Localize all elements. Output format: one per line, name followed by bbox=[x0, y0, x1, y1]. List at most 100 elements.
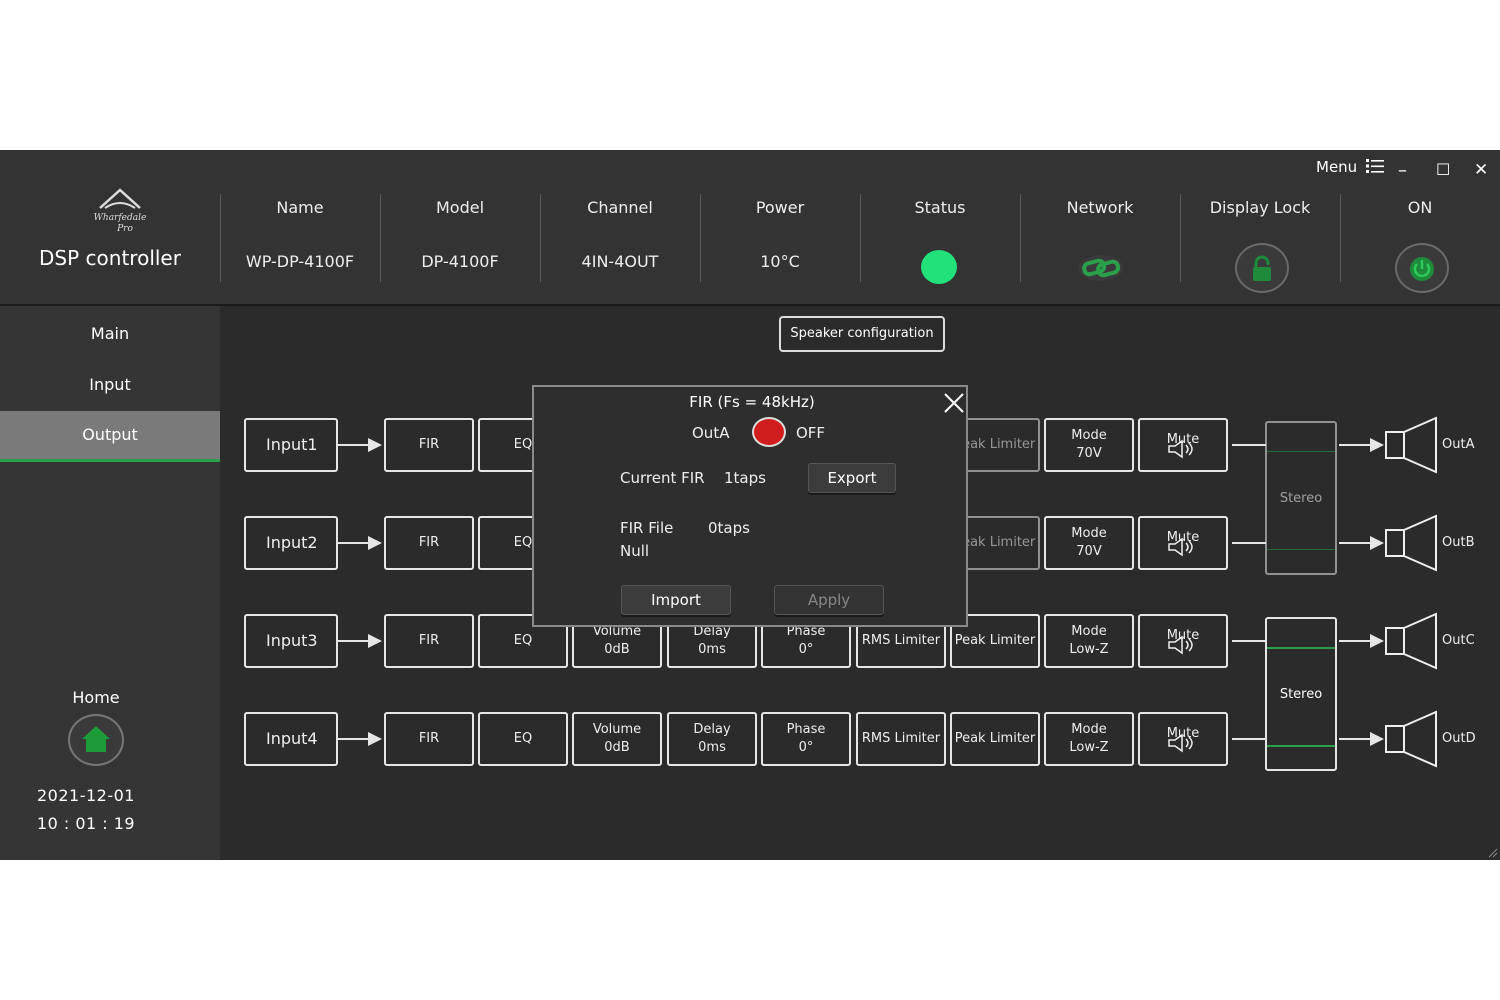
close-icon[interactable] bbox=[942, 391, 966, 415]
signal-line bbox=[1232, 738, 1266, 740]
arrow-icon bbox=[368, 634, 382, 648]
name-value: WP-DP-4100F bbox=[245, 252, 355, 271]
mode-block[interactable]: Mode 70V bbox=[1044, 516, 1134, 570]
rms-limiter-block[interactable]: RMS Limiter bbox=[856, 712, 946, 766]
network-link-icon[interactable] bbox=[1078, 254, 1124, 282]
delay-value: 0ms bbox=[698, 740, 726, 755]
link-line bbox=[1267, 745, 1335, 747]
volume-block[interactable]: Volume 0dB bbox=[572, 712, 662, 766]
mode-label: Mode bbox=[1071, 526, 1107, 541]
signal-line bbox=[338, 738, 368, 740]
toggle-state-label: OFF bbox=[796, 424, 826, 442]
power-icon bbox=[1410, 257, 1434, 281]
speaker-icon bbox=[1385, 514, 1437, 572]
arrow-icon bbox=[1370, 438, 1384, 452]
fir-block[interactable]: FIR bbox=[384, 418, 474, 472]
mode-value: Low-Z bbox=[1069, 642, 1109, 657]
model-label: Model bbox=[435, 198, 485, 217]
phase-block[interactable]: Phase 0° bbox=[761, 712, 851, 766]
mode-value: 70V bbox=[1076, 446, 1102, 461]
fir-block[interactable]: FIR bbox=[384, 516, 474, 570]
mode-block[interactable]: Mode Low-Z bbox=[1044, 712, 1134, 766]
delay-label: Delay bbox=[693, 722, 731, 737]
current-date: 2021-12-01 bbox=[37, 786, 135, 805]
stereo-label: Stereo bbox=[1279, 491, 1323, 506]
signal-line bbox=[338, 542, 368, 544]
svg-text:Wharfedale: Wharfedale bbox=[94, 213, 147, 223]
model-value: DP-4100F bbox=[421, 252, 499, 271]
brand-logo: Wharfedale Pro DSP controller bbox=[30, 180, 190, 280]
arrow-icon bbox=[1370, 634, 1384, 648]
mute-block[interactable]: Mute bbox=[1138, 516, 1228, 570]
input3-block[interactable]: Input3 bbox=[244, 614, 338, 668]
output-label: OutB bbox=[1442, 535, 1475, 550]
import-button[interactable]: Import bbox=[621, 585, 731, 615]
dialog-title: FIR (Fs = 48kHz) bbox=[689, 393, 815, 411]
peak-limiter-block[interactable]: Peak Limiter bbox=[950, 712, 1040, 766]
speaker-configuration-button[interactable]: Speaker configuration bbox=[779, 316, 945, 352]
fir-block[interactable]: FIR bbox=[384, 712, 474, 766]
svg-text:Pro: Pro bbox=[116, 224, 133, 234]
delay-block[interactable]: Delay 0ms bbox=[667, 712, 757, 766]
mute-block[interactable]: Mute bbox=[1138, 418, 1228, 472]
speaker-volume-icon bbox=[1168, 635, 1193, 655]
menu-label: Menu bbox=[1316, 158, 1358, 176]
input1-block[interactable]: Input1 bbox=[244, 418, 338, 472]
speaker-volume-icon bbox=[1168, 439, 1193, 459]
channel-label: Channel bbox=[587, 198, 653, 217]
mode-label: Mode bbox=[1071, 722, 1107, 737]
signal-line bbox=[1339, 444, 1371, 446]
fir-file-taps: 0taps bbox=[708, 519, 750, 537]
phase-value: 0° bbox=[798, 740, 814, 755]
speaker-icon bbox=[1385, 416, 1437, 474]
header-name: Name WP-DP-4100F bbox=[220, 150, 380, 304]
signal-line bbox=[1339, 738, 1371, 740]
stereo-link-cd[interactable]: Stereo bbox=[1265, 617, 1337, 771]
display-lock-button[interactable] bbox=[1235, 243, 1289, 293]
eq-block[interactable]: EQ bbox=[478, 712, 568, 766]
header-status: Status bbox=[860, 150, 1020, 304]
sidebar-item-output[interactable]: Output bbox=[0, 411, 220, 462]
mode-label: Mode bbox=[1071, 624, 1107, 639]
resize-grip-icon[interactable] bbox=[1488, 848, 1498, 858]
apply-button[interactable]: Apply bbox=[774, 585, 884, 615]
power-value: 10°C bbox=[760, 252, 800, 271]
input4-block[interactable]: Input4 bbox=[244, 712, 338, 766]
mute-block[interactable]: Mute bbox=[1138, 712, 1228, 766]
input2-block[interactable]: Input2 bbox=[244, 516, 338, 570]
signal-line bbox=[338, 444, 368, 446]
arrow-icon bbox=[1370, 536, 1384, 550]
home-label: Home bbox=[72, 688, 120, 707]
export-button[interactable]: Export bbox=[808, 463, 896, 493]
lock-icon bbox=[1253, 255, 1271, 281]
volume-value: 0dB bbox=[604, 642, 630, 657]
fir-toggle[interactable] bbox=[752, 417, 786, 447]
mute-block[interactable]: Mute bbox=[1138, 614, 1228, 668]
sidebar-item-main[interactable]: Main bbox=[0, 310, 220, 358]
menu-button[interactable]: Menu bbox=[1316, 158, 1384, 176]
mode-block[interactable]: Mode Low-Z bbox=[1044, 614, 1134, 668]
fir-file-label: FIR File bbox=[620, 519, 674, 537]
status-indicator bbox=[921, 250, 957, 284]
speaker-volume-icon bbox=[1168, 537, 1193, 557]
maximize-button[interactable]: ☐ bbox=[1436, 160, 1450, 179]
phase-label: Phase bbox=[786, 722, 826, 737]
minimize-button[interactable]: – bbox=[1398, 160, 1407, 181]
display-lock-label: Display Lock bbox=[1209, 198, 1311, 217]
speaker-icon bbox=[1385, 612, 1437, 670]
volume-label: Volume bbox=[592, 722, 642, 737]
home-icon bbox=[82, 726, 110, 752]
sidebar: Main Input Output Home 2021-12-01 10 : 0… bbox=[0, 306, 220, 860]
fir-block[interactable]: FIR bbox=[384, 614, 474, 668]
close-button[interactable]: ✕ bbox=[1474, 160, 1488, 180]
signal-line bbox=[338, 640, 368, 642]
signal-line bbox=[1339, 542, 1371, 544]
mode-block[interactable]: Mode 70V bbox=[1044, 418, 1134, 472]
arrow-icon bbox=[368, 732, 382, 746]
stereo-link-ab[interactable]: Stereo bbox=[1265, 421, 1337, 575]
home-button[interactable] bbox=[68, 714, 124, 766]
power-button[interactable] bbox=[1395, 243, 1449, 293]
sidebar-item-input[interactable]: Input bbox=[0, 361, 220, 409]
output-label: OutA bbox=[1442, 437, 1475, 452]
link-line bbox=[1267, 451, 1335, 452]
